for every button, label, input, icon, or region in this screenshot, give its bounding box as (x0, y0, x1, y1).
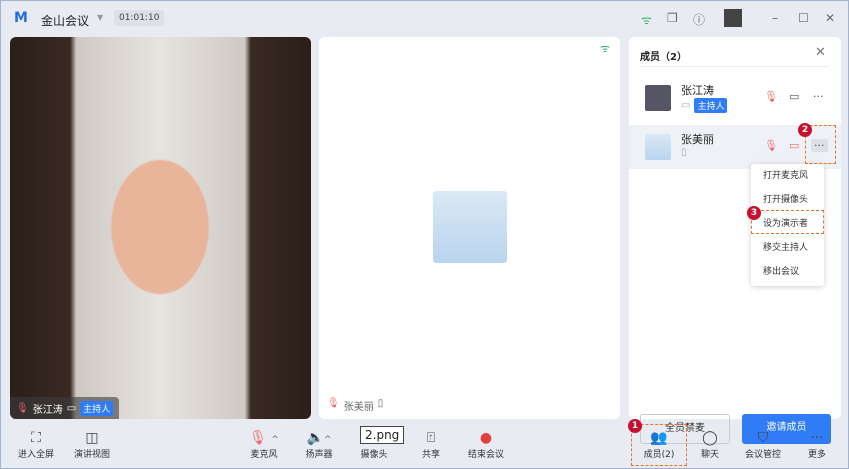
layout-icon: ◫ (85, 430, 99, 446)
chat-button[interactable]: ◯ 聊天 (685, 429, 735, 460)
wifi-icon: ᯤ (599, 42, 610, 55)
minimize-icon[interactable]: – (772, 11, 778, 25)
host-nametag: 🎙 张江涛 ▭ 主持人 (10, 397, 120, 419)
members-icon: 👥 (650, 430, 668, 446)
wifi-icon[interactable]: ᯤ (641, 11, 652, 28)
fullscreen-button[interactable]: ⛶ 进入全屏 (11, 429, 61, 460)
menu-item-transfer-host[interactable]: 移交主持人 (751, 236, 824, 260)
phone-icon: ▯ (681, 147, 687, 158)
app-logo-icon: M (14, 10, 28, 26)
menu-item-open-camera[interactable]: 打开摄像头 (751, 188, 824, 212)
user-avatar[interactable] (724, 9, 742, 27)
phone-icon: ▯ (377, 398, 384, 409)
menu-item-remove[interactable]: 移出会议 (751, 260, 824, 284)
label: 会议管控 (744, 450, 781, 460)
host-badge: 主持人 (694, 98, 728, 113)
meeting-timer: 01:01:10 (114, 10, 165, 26)
mic-muted-icon: 🎙 (16, 402, 29, 414)
fullscreen-icon: ⛶ (31, 430, 41, 446)
mic-muted-icon[interactable]: 🎙 (764, 90, 778, 103)
member-name: 张美丽 (681, 133, 714, 146)
label: 聊天 (700, 450, 719, 460)
label: 进入全屏 (17, 450, 54, 460)
participant-name: 张美丽 (343, 402, 374, 413)
speaker-view-button[interactable]: ◫ 演讲视图 (67, 429, 117, 460)
hangup-icon: ● (479, 430, 493, 446)
help-icon[interactable]: ⓘ (693, 11, 705, 28)
label: 成员(2) (643, 450, 675, 460)
share-button[interactable]: ⍐ 共享 (406, 429, 456, 460)
camera-icon[interactable]: ▭ (789, 90, 799, 103)
share-screen-icon: ⍐ (426, 430, 436, 446)
app-title: 金山会议 (41, 14, 90, 28)
avatar (645, 134, 671, 160)
more-icon[interactable]: ··· (813, 90, 824, 103)
end-meeting-button[interactable]: ● 结束会议 (461, 429, 511, 460)
tooltip: 2.png (360, 426, 405, 444)
devices-icon[interactable]: ❐ (667, 11, 678, 25)
mic-muted-icon: 🎙 (327, 398, 340, 409)
label: 更多 (807, 450, 826, 460)
host-badge: 主持人 (80, 400, 114, 416)
speaker-button[interactable]: 🔈^ 扬声器 (294, 429, 344, 460)
close-panel-icon[interactable]: ✕ (815, 45, 826, 60)
chevron-down-icon[interactable]: ▼ (97, 13, 103, 22)
shield-icon: ⛉ (757, 430, 769, 446)
screen-icon: ▭ (681, 100, 691, 111)
close-icon[interactable]: ✕ (825, 11, 835, 25)
mic-muted-icon: 🎙 ^ (249, 430, 279, 446)
panel-title: 成员（2） (640, 52, 687, 63)
speaker-icon: 🔈^ (306, 430, 332, 446)
title-bar: M 金山会议 ▼ 01:01:10 ᯤ ❐ ⓘ – ☐ ✕ (1, 1, 849, 35)
avatar (645, 85, 671, 111)
label: 摄像头 (360, 450, 388, 460)
more-icon: ··· (810, 430, 824, 446)
video-tile-host[interactable] (10, 37, 311, 419)
members-button[interactable]: 👥 成员(2) (634, 429, 684, 460)
meeting-control-button[interactable]: ⛉ 会议管控 (738, 429, 788, 460)
label: 演讲视图 (73, 450, 110, 460)
annotation-badge: 3 (747, 206, 761, 220)
menu-item-unmute[interactable]: 打开麦克风 (751, 164, 824, 188)
highlight-set-presenter (751, 210, 824, 234)
camera-off-icon[interactable]: ▭ (789, 139, 799, 152)
chat-icon: ◯ (702, 430, 718, 446)
label: 扬声器 (305, 450, 333, 460)
label: 结束会议 (467, 450, 504, 460)
label: 麦克风 (250, 450, 278, 460)
maximize-icon[interactable]: ☐ (798, 11, 809, 25)
participant-name: 张江涛 (32, 404, 63, 416)
mic-muted-icon[interactable]: 🎙 (764, 139, 778, 152)
member-row[interactable]: 张江涛 ▭ 主持人 🎙 ▭ ··· (629, 76, 841, 120)
more-button[interactable]: ··· 更多 (792, 429, 842, 460)
screen-icon: ▭ (66, 402, 77, 414)
label: 共享 (421, 450, 440, 460)
divider (639, 66, 829, 67)
participant-nametag: 🎙 张美丽 ▯ (327, 398, 383, 413)
annotation-badge: 2 (798, 123, 812, 137)
member-name: 张江涛 (681, 84, 714, 97)
mic-button[interactable]: 🎙 ^ 麦克风 (239, 429, 289, 460)
participant-avatar (433, 191, 507, 263)
